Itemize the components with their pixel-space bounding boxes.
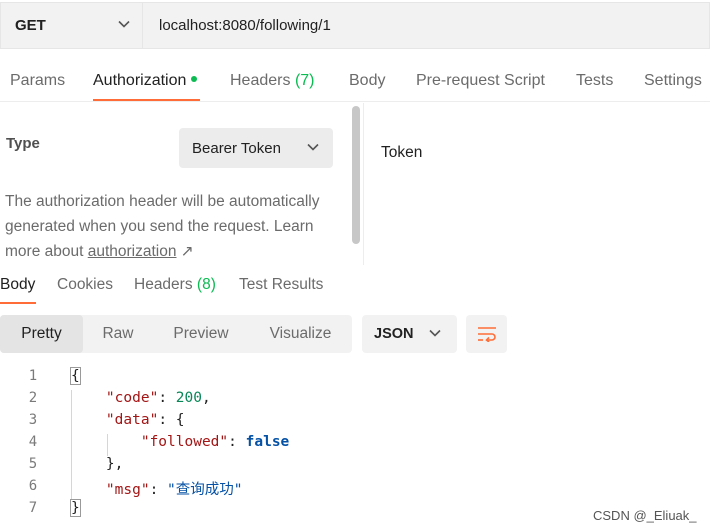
code-text: "followed": false xyxy=(140,434,290,450)
watermark: CSDN @_Eliuak_ xyxy=(593,508,697,523)
code-line: 6 "msg": "查询成功" xyxy=(0,478,600,500)
json-key: "followed" xyxy=(140,434,229,450)
code-text: }, xyxy=(105,456,124,472)
auth-type-select[interactable]: Bearer Token xyxy=(179,128,333,168)
wrap-lines-icon xyxy=(477,327,496,342)
tab-headers[interactable]: Headers (7) xyxy=(230,72,315,90)
response-tab-body[interactable]: Body xyxy=(0,276,35,294)
line-number: 6 xyxy=(28,478,38,494)
mode-visualize[interactable]: Visualize xyxy=(249,315,352,353)
tab-authorization-label: Authorization xyxy=(93,72,187,89)
chevron-down-icon xyxy=(429,329,441,337)
tab-prerequest-script[interactable]: Pre-request Script xyxy=(416,72,545,90)
tab-headers-count: (7) xyxy=(294,72,315,89)
response-tab-test-results[interactable]: Test Results xyxy=(239,276,323,294)
method-select[interactable]: GET xyxy=(0,2,142,49)
line-number: 1 xyxy=(28,368,38,384)
code-text: "msg": "查询成功" xyxy=(105,482,243,498)
json-key: "code" xyxy=(105,390,159,406)
request-tabs: Params Authorization Headers (7) Body Pr… xyxy=(0,60,710,102)
code-line: 5 }, xyxy=(0,456,600,478)
request-bar: GET localhost:8080/following/1 xyxy=(0,0,710,50)
type-label: Type xyxy=(6,135,40,152)
line-number: 3 xyxy=(28,412,38,428)
code-line: 7 } xyxy=(0,499,600,522)
external-link-icon: ↗ xyxy=(180,243,194,260)
code-line: 3 "data": { xyxy=(0,412,600,434)
panel-scrollbar[interactable] xyxy=(352,106,360,244)
tab-headers-label: Headers xyxy=(230,72,291,89)
code-line: 4 "followed": false xyxy=(0,434,600,456)
tab-body[interactable]: Body xyxy=(349,72,385,90)
line-number: 4 xyxy=(28,434,38,450)
code-line: 1 { xyxy=(0,367,600,390)
json-string: "查询成功" xyxy=(167,482,243,498)
open-brace: { xyxy=(175,412,185,428)
json-key: "data" xyxy=(105,412,159,428)
code-text: { xyxy=(70,367,81,385)
language-select[interactable]: JSON xyxy=(362,315,457,353)
code-text: "code": 200, xyxy=(105,390,211,406)
response-tab-headers[interactable]: Headers (8) xyxy=(134,276,216,294)
mode-raw[interactable]: Raw xyxy=(83,315,153,353)
active-indicator-dot xyxy=(191,75,198,82)
line-number: 7 xyxy=(28,500,38,516)
auth-token-panel: Token xyxy=(363,103,710,265)
response-tabs: Body Cookies Headers (8) Test Results xyxy=(0,265,710,305)
response-tab-headers-label: Headers xyxy=(134,276,193,293)
close-brace: } xyxy=(105,456,115,472)
mode-pretty[interactable]: Pretty xyxy=(0,315,83,353)
chevron-down-icon xyxy=(118,20,130,28)
response-body-editor[interactable]: 1 { 2 "code": 200, 3 "data": { 4 "follow… xyxy=(0,367,710,528)
wrap-lines-button[interactable] xyxy=(466,315,507,353)
code-text: } xyxy=(70,499,81,517)
tab-params[interactable]: Params xyxy=(10,72,65,90)
auth-config-panel: Type Bearer Token The authorization head… xyxy=(0,103,362,265)
language-value: JSON xyxy=(374,326,414,342)
mode-preview[interactable]: Preview xyxy=(153,315,249,353)
method-label: GET xyxy=(15,17,46,34)
json-number: 200 xyxy=(175,390,202,406)
auth-description: The authorization header will be automat… xyxy=(5,189,345,264)
active-tab-underline xyxy=(93,99,200,101)
authorization-link[interactable]: authorization xyxy=(88,243,177,260)
response-tab-headers-count: (8) xyxy=(196,276,216,293)
url-input[interactable]: localhost:8080/following/1 xyxy=(142,2,710,49)
token-label: Token xyxy=(381,144,423,161)
tab-settings[interactable]: Settings xyxy=(644,72,702,90)
code-line: 2 "code": 200, xyxy=(0,390,600,412)
close-brace: } xyxy=(70,499,81,517)
line-number: 2 xyxy=(28,390,38,406)
active-response-tab-underline xyxy=(0,302,36,304)
tab-tests[interactable]: Tests xyxy=(576,72,613,90)
open-brace: { xyxy=(70,367,81,385)
view-mode-toggle: Pretty Raw Preview Visualize xyxy=(0,315,352,353)
response-tab-cookies[interactable]: Cookies xyxy=(57,276,113,294)
url-text: localhost:8080/following/1 xyxy=(159,17,331,34)
json-key: "msg" xyxy=(105,482,150,498)
auth-type-value: Bearer Token xyxy=(192,139,281,157)
chevron-down-icon xyxy=(307,143,319,151)
tab-authorization[interactable]: Authorization xyxy=(93,72,198,90)
json-boolean: false xyxy=(245,434,290,450)
line-number: 5 xyxy=(28,456,38,472)
code-text: "data": { xyxy=(105,412,185,428)
